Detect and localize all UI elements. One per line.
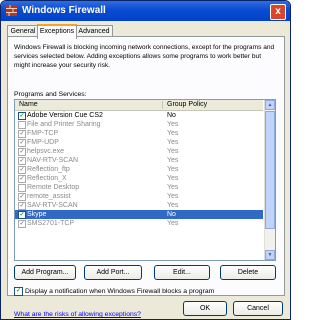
vertical-scrollbar[interactable]: ▲ ▼ — [264, 100, 275, 260]
scroll-thumb[interactable] — [265, 111, 275, 229]
program-name: Adobe Version Cue CS2 — [27, 112, 103, 119]
ok-button[interactable]: OK — [183, 301, 227, 316]
list-item[interactable]: Remote Desktop Yes — [15, 183, 263, 192]
program-name: Reflection_ftp — [27, 166, 70, 173]
list-item[interactable]: ✓ SAV-RTV-SCAN Yes — [15, 201, 263, 210]
list-item[interactable]: ✓ SMS2701-TCP Yes — [15, 219, 263, 228]
list-item[interactable]: ✓ Skype No — [15, 210, 263, 219]
list-item[interactable]: File and Printer Sharing Yes — [15, 120, 263, 129]
exception-checkbox[interactable]: ✓ — [18, 175, 26, 183]
group-policy-value: Yes — [167, 157, 179, 164]
scroll-up-arrow-icon[interactable]: ▲ — [265, 100, 275, 110]
delete-button[interactable]: Delete — [220, 265, 276, 280]
program-name: SAV-RTV-SCAN — [27, 202, 78, 209]
program-name: NAV-RTV-SCAN — [27, 157, 79, 164]
exception-checkbox[interactable]: ✓ — [18, 193, 26, 201]
exception-checkbox[interactable]: ✓ — [18, 148, 26, 156]
program-name: Skype — [27, 211, 47, 218]
program-name: SMS2701-TCP — [27, 220, 75, 227]
group-policy-value: Yes — [167, 139, 179, 146]
notify-checkbox[interactable]: ✓ — [14, 287, 23, 296]
risks-help-link[interactable]: What are the risks of allowing exception… — [14, 310, 141, 319]
program-name: FMP-UDP — [27, 139, 59, 146]
firewall-icon — [6, 5, 17, 16]
group-policy-value: Yes — [167, 193, 179, 200]
program-name: Remote Desktop — [27, 184, 80, 191]
program-name: FMP-TCP — [27, 130, 59, 137]
list-header: Name Group Policy — [15, 100, 263, 111]
list-item[interactable]: ✓ helpsvc.exe Yes — [15, 147, 263, 156]
edit-button[interactable]: Edit... — [154, 265, 210, 280]
add-program-button[interactable]: Add Program... — [14, 265, 76, 280]
column-header-name[interactable]: Name — [19, 101, 38, 109]
exception-checkbox[interactable]: ✓ — [18, 166, 26, 174]
exception-checkbox[interactable] — [18, 121, 26, 129]
firewall-dialog: Windows Firewall x General Exceptions Ad… — [0, 0, 291, 320]
program-name: File and Printer Sharing — [27, 121, 101, 128]
exception-checkbox[interactable]: ✓ — [18, 157, 26, 165]
group-policy-value: Yes — [167, 166, 179, 173]
exceptions-panel: Windows Firewall is blocking incoming ne… — [7, 36, 285, 318]
cancel-button[interactable]: Cancel — [233, 301, 283, 316]
group-policy-value: Yes — [167, 121, 179, 128]
group-policy-value: No — [167, 112, 176, 119]
group-policy-value: Yes — [167, 130, 179, 137]
list-item[interactable]: ✓ FMP-TCP Yes — [15, 129, 263, 138]
exception-checkbox[interactable]: ✓ — [18, 130, 26, 138]
column-header-group-policy[interactable]: Group Policy — [167, 101, 207, 109]
exception-checkbox[interactable] — [18, 184, 26, 192]
list-item[interactable]: ✓ Adobe Version Cue CS2 No — [15, 111, 263, 120]
group-policy-value: Yes — [167, 148, 179, 155]
list-item[interactable]: ✓ Reflection_ftp Yes — [15, 165, 263, 174]
exception-checkbox[interactable]: ✓ — [18, 211, 26, 219]
list-item[interactable]: ✓ remote_assist Yes — [15, 192, 263, 201]
program-name: remote_assist — [27, 193, 71, 200]
programs-list-label: Programs and Services: — [14, 91, 87, 98]
programs-list[interactable]: Name Group Policy ✓ Adobe Version Cue CS2… — [14, 99, 276, 261]
exception-checkbox[interactable]: ✓ — [18, 112, 26, 120]
list-item[interactable]: ✓ FMP-UDP Yes — [15, 138, 263, 147]
exception-checkbox[interactable]: ✓ — [18, 202, 26, 210]
notify-label[interactable]: Display a notification when Windows Fire… — [25, 287, 214, 296]
group-policy-value: Yes — [167, 202, 179, 209]
scroll-down-arrow-icon[interactable]: ▼ — [265, 250, 275, 260]
program-name: helpsvc.exe — [27, 148, 64, 155]
group-policy-value: Yes — [167, 184, 179, 191]
exception-checkbox[interactable]: ✓ — [18, 139, 26, 147]
group-policy-value: No — [167, 211, 176, 218]
title-bar[interactable]: Windows Firewall x — [1, 1, 290, 21]
group-policy-value: Yes — [167, 175, 179, 182]
program-name: Reflection_X — [27, 175, 67, 182]
list-item[interactable]: ✓ NAV-RTV-SCAN Yes — [15, 156, 263, 165]
add-port-button[interactable]: Add Port... — [84, 265, 142, 280]
list-item[interactable]: ✓ Reflection_X Yes — [15, 174, 263, 183]
group-policy-value: Yes — [167, 220, 179, 227]
description-text: Windows Firewall is blocking incoming ne… — [14, 44, 275, 69]
tab-exceptions[interactable]: Exceptions — [37, 24, 77, 39]
close-button[interactable]: x — [270, 4, 286, 20]
window-title: Windows Firewall — [22, 5, 106, 16]
exception-checkbox[interactable]: ✓ — [18, 220, 26, 228]
column-divider[interactable] — [162, 101, 163, 109]
